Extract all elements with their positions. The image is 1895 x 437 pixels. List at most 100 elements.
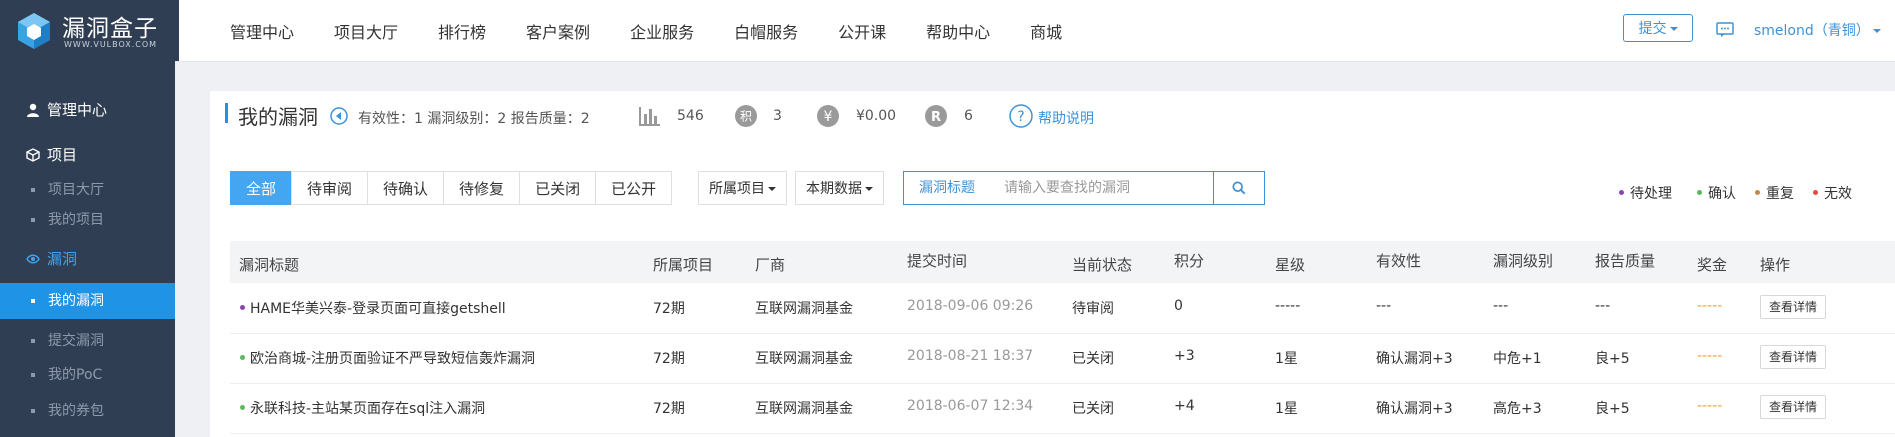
legend-label: 待处理 [1630,186,1672,202]
search-button[interactable] [1213,171,1265,205]
help-link[interactable]: 帮助说明 [1038,108,1094,128]
nav-item-management[interactable]: 管理中心 [210,0,314,61]
cell-time: 2018-06-07 12:34 [907,398,1034,414]
legend-invalid: 无效 [1813,183,1852,203]
cell-validity: 确认漏洞+3 [1376,351,1453,367]
user-icon [27,103,39,117]
nav-item-customer-cases[interactable]: 客户案例 [506,0,610,61]
nav-item-public-course[interactable]: 公开课 [818,0,906,61]
nav-item-mall[interactable]: 商城 [1010,0,1082,61]
tab-pending-review[interactable]: 待审阅 [291,171,369,205]
sidebar-item-my-poc[interactable]: 我的PoC [0,357,175,393]
back-arrow-icon[interactable] [330,107,348,125]
sidebar-group-project[interactable]: 项目 [0,137,175,173]
table-row: 永联科技-主站某页面存在sql注入漏洞 72期 互联网漏洞基金 2018-06-… [230,383,1895,434]
stat-value-points: 3 [773,108,782,124]
cell-vendor: 互联网漏洞基金 [755,351,853,367]
sidebar-item-label: 我的项目 [48,212,104,228]
sidebar: 管理中心 项目 项目大厅 我的项目 漏洞 我的漏洞 提交漏洞 我的PoC 我的券… [0,61,175,437]
cell-bonus: ----- [1697,298,1723,314]
status-dot-icon [240,305,245,310]
cell-points: +4 [1174,398,1195,414]
column-header-points: 积分 [1174,252,1205,270]
cell-status: 待审阅 [1072,301,1114,317]
view-details-button[interactable]: 查看详情 [1760,295,1826,319]
legend-label: 无效 [1824,186,1852,202]
column-header-time: 提交时间 [907,252,968,270]
sidebar-group-label: 项目 [47,146,78,164]
sidebar-item-my-projects[interactable]: 我的项目 [0,202,175,238]
cube-icon [26,148,40,162]
search-icon [1232,181,1246,195]
tab-pending-fix[interactable]: 待修复 [443,171,521,205]
bullet-icon [31,409,35,413]
sidebar-item-label: 我的漏洞 [48,293,104,309]
yen-icon: ¥ [817,105,839,127]
eye-icon [26,254,40,264]
points-badge-icon: 积 [735,105,757,127]
cell-vendor: 互联网漏洞基金 [755,401,853,417]
stat-value-r: 6 [964,108,973,124]
bullet-icon [31,299,35,303]
bar-chart-icon [639,107,660,126]
legend-label: 重复 [1766,186,1794,202]
search-field-label[interactable]: 漏洞标题 [903,171,991,205]
nav-item-project-hall[interactable]: 项目大厅 [314,0,418,61]
cell-time: 2018-08-21 18:37 [907,348,1034,364]
quality-summary: 有效性：1 漏洞级别：2 报告质量：2 [358,111,590,127]
cell-bonus: ----- [1697,398,1723,414]
brand-name: 漏洞盒子 [62,16,158,42]
help-icon[interactable]: ? [1009,104,1033,128]
nav-item-whitehat[interactable]: 白帽服务 [714,0,818,61]
nav-item-leaderboard[interactable]: 排行榜 [418,0,506,61]
status-dot-icon [240,405,245,410]
vuln-title-link[interactable]: 永联科技-主站某页面存在sql注入漏洞 [250,398,485,418]
status-tabs: 全部 待审阅 待确认 待修复 已关闭 已公开 [230,171,673,205]
cell-status: 已关闭 [1072,401,1114,417]
tab-pending-confirm[interactable]: 待确认 [367,171,445,205]
cell-level: --- [1493,298,1509,314]
cell-quality: --- [1595,298,1611,314]
vuln-title-link[interactable]: HAME华美兴泰-登录页面可直接getshell [250,298,506,318]
yen-glyph: ¥ [824,109,833,125]
sidebar-item-my-vulnerabilities[interactable]: 我的漏洞 [0,283,175,319]
cell-points: 0 [1174,298,1183,314]
logo[interactable]: 漏洞盒子 WWW.VULBOX.COM [0,0,179,61]
vuln-title-link[interactable]: 欧治商城-注册页面验证不严导致短信轰炸漏洞 [250,348,535,368]
project-dropdown[interactable]: 所属项目 [698,171,787,205]
r-badge-glyph: R [931,110,941,125]
sidebar-item-my-coupons[interactable]: 我的券包 [0,393,175,429]
cell-quality: 良+5 [1595,351,1630,367]
user-menu[interactable]: smelond（青铜） [1754,20,1881,40]
cell-level: 高危+3 [1493,401,1542,417]
cell-quality: 良+5 [1595,401,1630,417]
cell-project: 72期 [653,401,685,417]
nav-item-help-center[interactable]: 帮助中心 [906,0,1010,61]
submit-dropdown-button[interactable]: 提交 [1623,14,1693,42]
table-row: 欧治商城-注册页面验证不严导致短信轰炸漏洞 72期 互联网漏洞基金 2018-0… [230,333,1895,384]
tab-closed[interactable]: 已关闭 [519,171,597,205]
table-header: 漏洞标题 所属项目 厂商 提交时间 当前状态 积分 星级 有效性 漏洞级别 报告… [230,241,1895,283]
search-input[interactable] [990,171,1214,205]
sidebar-group-vulnerability[interactable]: 漏洞 [0,241,175,277]
tab-public[interactable]: 已公开 [595,171,673,205]
sidebar-item-submit-vulnerability[interactable]: 提交漏洞 [0,323,175,359]
cell-stars: 1星 [1275,401,1298,417]
caret-down-icon [768,187,776,191]
brand-url: WWW.VULBOX.COM [64,40,158,49]
view-details-button[interactable]: 查看详情 [1760,345,1826,369]
column-header-level: 漏洞级别 [1493,252,1554,270]
bullet-icon [31,339,35,343]
period-dropdown-label: 本期数据 [806,181,862,197]
tab-all[interactable]: 全部 [230,171,293,205]
column-header-project: 所属项目 [653,256,714,274]
nav-item-enterprise[interactable]: 企业服务 [610,0,714,61]
view-details-button[interactable]: 查看详情 [1760,395,1826,419]
sidebar-item-label: 我的券包 [48,403,104,419]
legend-dot-icon [1755,189,1760,195]
message-icon[interactable] [1716,22,1734,37]
cell-points: +3 [1174,348,1195,364]
sidebar-group-management[interactable]: 管理中心 [0,92,175,128]
period-dropdown[interactable]: 本期数据 [795,171,884,205]
cell-stars: ----- [1275,298,1301,314]
